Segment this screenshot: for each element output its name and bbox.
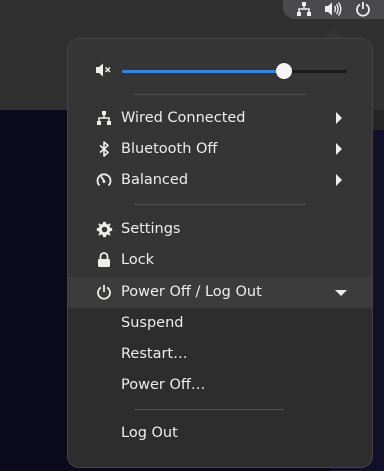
- volume-slider[interactable]: [122, 63, 347, 79]
- volume-slider-fill: [122, 70, 284, 73]
- menu-item-bluetooth[interactable]: Bluetooth Off: [68, 134, 372, 165]
- menu-item-label: Lock: [121, 252, 155, 268]
- speaker-icon: [324, 0, 342, 18]
- menu-item-label: Power Off / Log Out: [121, 284, 262, 300]
- menu-item-label: Power Off…: [121, 377, 206, 393]
- menu-item-power-mode[interactable]: Balanced: [68, 165, 372, 196]
- speaker-muted-icon[interactable]: [95, 61, 113, 83]
- chevron-right-icon: [336, 112, 342, 124]
- menu-item-power-off-log-out[interactable]: Power Off / Log Out: [68, 277, 372, 308]
- menu-item-label: Wired Connected: [121, 110, 246, 126]
- menu-item-label: Restart…: [121, 346, 188, 362]
- separator: [134, 409, 284, 410]
- menu-item-label: Settings: [121, 221, 181, 237]
- menu-item-network[interactable]: Wired Connected: [68, 103, 372, 134]
- network-wired-icon: [95, 109, 113, 127]
- gauge-icon: [95, 171, 113, 189]
- system-menu: Wired Connected Bluetooth Off Balanced S…: [67, 38, 373, 468]
- menu-item-label: Bluetooth Off: [121, 141, 218, 157]
- menu-item-lock[interactable]: Lock: [68, 245, 372, 276]
- menu-item-settings[interactable]: Settings: [68, 214, 372, 245]
- network-wired-icon: [295, 0, 313, 18]
- system-tray[interactable]: [283, 0, 384, 19]
- menu-item-restart[interactable]: Restart…: [68, 339, 372, 370]
- volume-row: [68, 57, 374, 85]
- power-submenu: Power Off / Log Out Suspend Restart… Pow…: [68, 277, 372, 467]
- menu-item-label: Log Out: [121, 425, 178, 441]
- volume-slider-handle[interactable]: [276, 63, 292, 79]
- menu-item-label: Suspend: [121, 315, 184, 331]
- chevron-right-icon: [336, 174, 342, 186]
- power-icon: [354, 0, 372, 18]
- power-icon: [95, 283, 113, 301]
- menu-item-suspend[interactable]: Suspend: [68, 308, 372, 339]
- menu-item-power-off[interactable]: Power Off…: [68, 370, 372, 401]
- separator: [134, 204, 306, 205]
- chevron-right-icon: [336, 143, 342, 155]
- chevron-down-icon: [335, 290, 347, 296]
- menu-item-label: Balanced: [121, 172, 189, 188]
- separator: [134, 94, 306, 95]
- lock-icon: [95, 251, 113, 269]
- menu-item-log-out[interactable]: Log Out: [68, 418, 372, 449]
- gear-icon: [95, 220, 113, 238]
- bluetooth-icon: [95, 140, 113, 158]
